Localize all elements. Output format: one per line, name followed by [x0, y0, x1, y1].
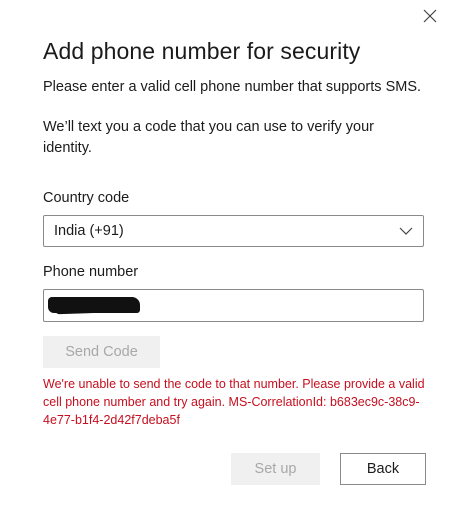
send-code-button[interactable]: Send Code — [43, 336, 160, 368]
dialog-info-text: We’ll text you a code that you can use t… — [43, 119, 374, 156]
dialog-title: Add phone number for security — [43, 38, 361, 64]
phone-number-label: Phone number — [43, 264, 139, 280]
dialog-subtitle: Please enter a valid cell phone number t… — [43, 79, 422, 95]
add-phone-dialog: Add phone number for security Please ent… — [0, 0, 474, 521]
error-message: We're unable to send the code to that nu… — [43, 377, 425, 427]
set-up-button[interactable]: Set up — [231, 453, 320, 485]
chevron-down-icon — [399, 227, 413, 235]
country-code-select[interactable]: India (+91) — [43, 215, 424, 247]
close-icon — [423, 9, 437, 23]
country-code-value: India (+91) — [54, 223, 124, 239]
back-button[interactable]: Back — [340, 453, 426, 485]
close-button[interactable] — [418, 4, 442, 28]
country-code-label: Country code — [43, 190, 130, 206]
phone-number-input[interactable] — [43, 289, 424, 322]
